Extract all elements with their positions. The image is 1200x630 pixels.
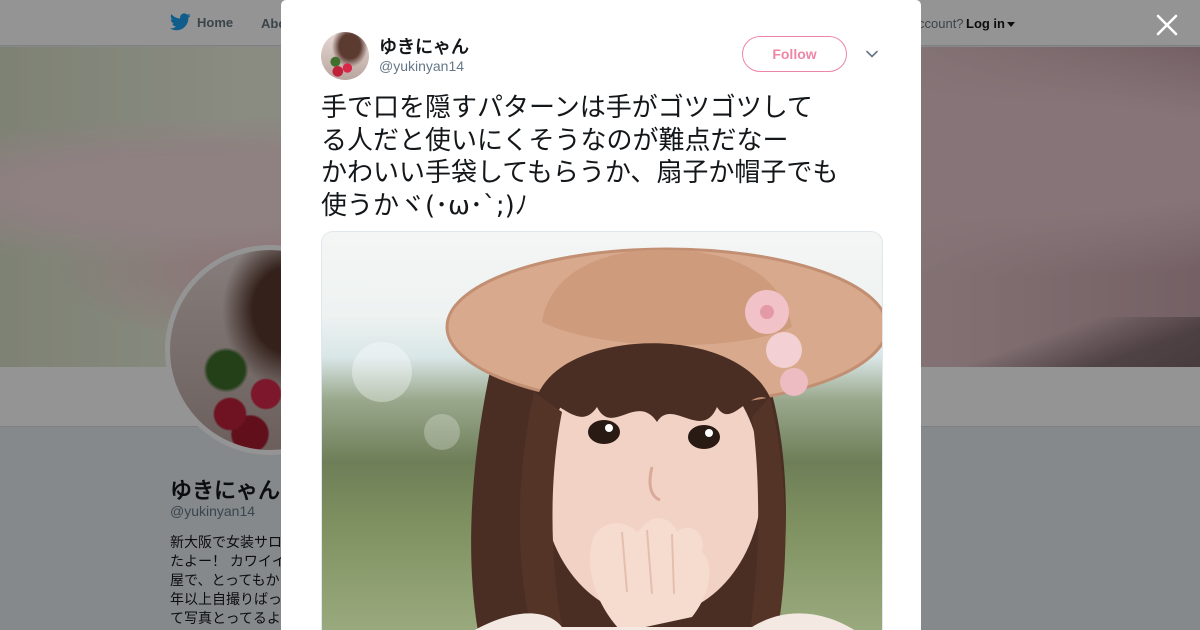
tweet-text-line: る人だと使いにくそうなのが難点だなー bbox=[321, 125, 789, 156]
tweet-text-line: 使うかヾ(･ω･`;)ﾉ bbox=[321, 190, 528, 221]
author-name[interactable]: ゆきにゃん bbox=[379, 33, 469, 59]
close-icon[interactable] bbox=[1154, 12, 1180, 38]
tweet-text-line: かわいい手袋してもらうか、扇子か帽子でも bbox=[321, 158, 839, 188]
tweet-text: 手で口を隠すパターンは手がゴツゴツして る人だと使いにくそうなのが難点だなー か… bbox=[321, 92, 886, 222]
tweet-modal: ゆきにゃん @yukinyan14 Follow 手で口を隠すパターンは手がゴツ… bbox=[281, 0, 921, 630]
photo-illustration bbox=[352, 247, 882, 630]
follow-button[interactable]: Follow bbox=[742, 36, 847, 72]
author-avatar[interactable] bbox=[321, 32, 369, 80]
chevron-down-icon[interactable] bbox=[865, 47, 879, 61]
author-handle[interactable]: @yukinyan14 bbox=[379, 58, 464, 74]
tweet-photo[interactable] bbox=[321, 231, 883, 630]
tweet-text-line: 手で口を隠すパターンは手がゴツゴツして bbox=[321, 93, 813, 123]
